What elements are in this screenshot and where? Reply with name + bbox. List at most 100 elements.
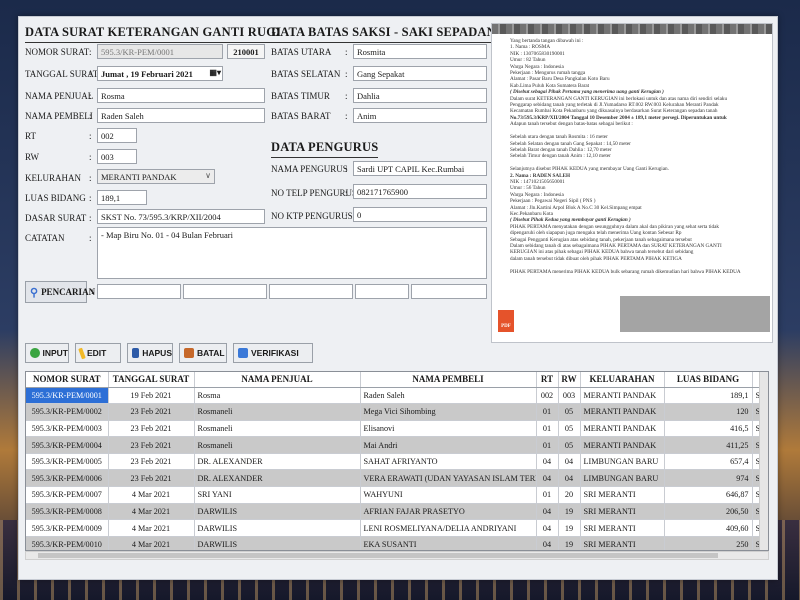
- search-field-1[interactable]: [97, 284, 181, 299]
- table-cell[interactable]: 657,4: [664, 453, 753, 471]
- table-cell[interactable]: 003: [558, 387, 581, 405]
- table-cell[interactable]: 04: [536, 536, 559, 550]
- table-row[interactable]: 595.3/KR-PEM/0005 23 Feb 2021 DR. ALEXANDE…: [26, 453, 768, 471]
- table-cell[interactable]: 206,50: [664, 503, 753, 521]
- scrollbar-thumb[interactable]: [38, 553, 718, 558]
- table-cell[interactable]: 05: [558, 403, 581, 421]
- nama-penjual-input[interactable]: Rosma: [97, 88, 265, 103]
- search-field-5[interactable]: [411, 284, 487, 299]
- batas-timur-input[interactable]: Dahlia: [353, 88, 487, 103]
- table-cell[interactable]: 04: [536, 469, 559, 488]
- hapus-button[interactable]: HAPUS: [127, 343, 173, 363]
- table-cell[interactable]: MERANTI PANDAK: [580, 403, 665, 421]
- table-cell[interactable]: SRI MERANTI: [580, 486, 665, 504]
- table-cell[interactable]: 04: [536, 503, 559, 521]
- table-cell[interactable]: LIMBUNGAN BARU: [580, 453, 665, 471]
- column-header[interactable]: LUAS BIDANG: [664, 372, 753, 388]
- table-cell[interactable]: 595.3/KR-PEM/0004: [26, 436, 109, 454]
- table-cell[interactable]: 974: [664, 469, 753, 488]
- table-cell[interactable]: 595.3/KR-PEM/0002: [26, 403, 109, 421]
- horizontal-scrollbar[interactable]: [25, 551, 769, 560]
- table-cell[interactable]: 250: [664, 536, 753, 550]
- search-field-2[interactable]: [183, 284, 267, 299]
- catatan-textarea[interactable]: - Map Biru No. 01 - 04 Bulan Februari: [97, 227, 487, 279]
- nomor-surat-input[interactable]: 595.3/KR-PEM/0001: [97, 44, 223, 59]
- table-row[interactable]: 595.3/KR-PEM/0003 23 Feb 2021 Rosmaneli Eli…: [26, 420, 768, 438]
- batas-barat-input[interactable]: Anim: [353, 108, 487, 123]
- table-cell[interactable]: DARWILIS: [194, 519, 361, 537]
- table-cell[interactable]: 595.3/KR-PEM/0007: [26, 486, 109, 504]
- column-header[interactable]: TANGGAL SURAT: [108, 372, 195, 388]
- table-row[interactable]: 595.3/KR-PEM/0002 23 Feb 2021 Rosmaneli Meg…: [26, 403, 768, 421]
- table-cell[interactable]: 04: [558, 469, 581, 488]
- no-telp-pengurus-input[interactable]: 082171765900: [353, 184, 487, 199]
- table-cell[interactable]: 595.3/KR-PEM/0005: [26, 453, 109, 471]
- table-cell[interactable]: 411,25: [664, 436, 753, 454]
- kelurahan-select[interactable]: MERANTI PANDAK ∨: [97, 169, 215, 184]
- table-cell[interactable]: 23 Feb 2021: [108, 436, 195, 454]
- table-row[interactable]: 595.3/KR-PEM/0008 4 Mar 2021 DARWILIS AFRIA…: [26, 503, 768, 521]
- table-cell[interactable]: 20: [558, 486, 581, 504]
- table-cell[interactable]: 595.3/KR-PEM/0009: [26, 519, 109, 537]
- pdf-icon[interactable]: PDF: [498, 310, 514, 332]
- no-ktp-pengurus-input[interactable]: 0: [353, 207, 487, 222]
- table-row[interactable]: 595.3/KR-PEM/0010 4 Mar 2021 DARWILIS EKA S…: [26, 536, 768, 550]
- table-cell[interactable]: MERANTI PANDAK: [580, 436, 665, 454]
- table-cell[interactable]: SRI MERANTI: [580, 519, 665, 537]
- tanggal-surat-picker[interactable]: Jumat , 19 Februari 2021 ▦▾: [97, 66, 223, 81]
- search-field-4[interactable]: [355, 284, 409, 299]
- dasar-surat-input[interactable]: SKST No. 73/595.3/KRP/XII/2004: [97, 209, 265, 224]
- table-cell[interactable]: AFRIAN FAJAR PRASETYO: [360, 503, 537, 521]
- table-cell[interactable]: SRI MERANTI: [580, 536, 665, 550]
- table-row[interactable]: 595.3/KR-PEM/0001 19 Feb 2021 Rosma Raden S…: [26, 387, 768, 405]
- table-cell[interactable]: MERANTI PANDAK: [580, 387, 665, 405]
- column-header[interactable]: RW: [558, 372, 581, 388]
- table-cell[interactable]: 4 Mar 2021: [108, 486, 195, 504]
- calendar-dropdown-icon[interactable]: ▦▾: [209, 68, 221, 77]
- nama-pembeli-input[interactable]: Raden Saleh: [97, 108, 265, 123]
- table-cell[interactable]: 595.3/KR-PEM/0006: [26, 469, 109, 488]
- table-cell[interactable]: 19: [558, 503, 581, 521]
- table-cell[interactable]: 409,60: [664, 519, 753, 537]
- column-header[interactable]: NAMA PENJUAL: [194, 372, 361, 388]
- table-cell[interactable]: VERA ERAWATI (UDAN YAYASAN ISLAM TERPAD.…: [360, 469, 537, 488]
- table-cell[interactable]: 19 Feb 2021: [108, 387, 195, 405]
- table-cell[interactable]: DR. ALEXANDER: [194, 453, 361, 471]
- table-cell[interactable]: 595.3/KR-PEM/0001: [26, 387, 109, 405]
- table-cell[interactable]: 01: [536, 420, 559, 438]
- column-header[interactable]: NOMOR SURAT: [26, 372, 109, 388]
- table-cell[interactable]: 4 Mar 2021: [108, 519, 195, 537]
- batas-utara-input[interactable]: Rosmita: [353, 44, 487, 59]
- table-cell[interactable]: LIMBUNGAN BARU: [580, 469, 665, 488]
- table-cell[interactable]: SAHAT AFRIYANTO: [360, 453, 537, 471]
- table-cell[interactable]: 23 Feb 2021: [108, 469, 195, 488]
- chevron-down-icon[interactable]: ∨: [205, 171, 211, 180]
- data-grid[interactable]: NOMOR SURAT TANGGAL SURAT NAMA PENJUAL NAMA…: [25, 371, 769, 551]
- batas-selatan-input[interactable]: Gang Sepakat: [353, 66, 487, 81]
- table-row[interactable]: 595.3/KR-PEM/0009 4 Mar 2021 DARWILIS LENI …: [26, 519, 768, 537]
- table-cell[interactable]: 05: [558, 420, 581, 438]
- table-cell[interactable]: MERANTI PANDAK: [580, 420, 665, 438]
- table-cell[interactable]: 01: [536, 486, 559, 504]
- table-cell[interactable]: Raden Saleh: [360, 387, 537, 405]
- table-cell[interactable]: DR. ALEXANDER: [194, 469, 361, 488]
- table-row[interactable]: 595.3/KR-PEM/0007 4 Mar 2021 SRI YANI WAHYU…: [26, 486, 768, 504]
- batal-button[interactable]: BATAL: [179, 343, 227, 363]
- edit-button[interactable]: EDIT: [75, 343, 121, 363]
- table-cell[interactable]: EKA SUSANTI: [360, 536, 537, 550]
- table-row[interactable]: 595.3/KR-PEM/0004 23 Feb 2021 Rosmaneli Mai…: [26, 436, 768, 454]
- pencarian-button[interactable]: ⚲ PENCARIAN: [25, 281, 95, 303]
- table-cell[interactable]: Mai Andri: [360, 436, 537, 454]
- table-cell[interactable]: 416,5: [664, 420, 753, 438]
- table-cell[interactable]: 01: [536, 403, 559, 421]
- table-cell[interactable]: 19: [558, 519, 581, 537]
- table-cell[interactable]: 01: [536, 436, 559, 454]
- column-header[interactable]: KELUARAHAN: [580, 372, 665, 388]
- table-cell[interactable]: 05: [558, 436, 581, 454]
- table-cell[interactable]: 23 Feb 2021: [108, 453, 195, 471]
- table-cell[interactable]: SRI MERANTI: [580, 503, 665, 521]
- table-cell[interactable]: 4 Mar 2021: [108, 536, 195, 550]
- table-cell[interactable]: 595.3/KR-PEM/0008: [26, 503, 109, 521]
- table-cell[interactable]: Rosma: [194, 387, 361, 405]
- column-header[interactable]: NAMA PEMBELI: [360, 372, 537, 388]
